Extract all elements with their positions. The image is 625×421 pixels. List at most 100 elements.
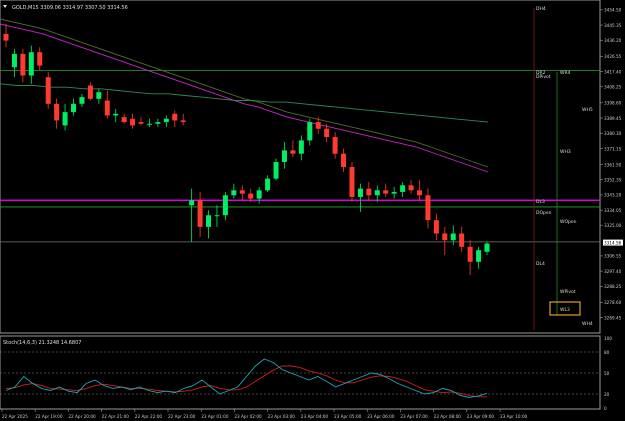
candle-body [281, 150, 287, 163]
candle-body [206, 215, 212, 227]
pivot-label-dh4: DH4 [536, 6, 546, 12]
candle-body [121, 117, 127, 123]
pivot-label-wh4: WH4 [582, 321, 593, 327]
candle-body [349, 167, 355, 197]
price-tick-label: 3426.55 [604, 54, 622, 59]
time-axis: 22 Apr 2025 22 Apr 19:00 22 Apr 20:00 22 Ap… [1, 409, 528, 419]
candle-body [357, 188, 363, 197]
time-tick-label: 22 Apr 22:00 [135, 414, 163, 419]
oscillator-title: Stoch(14,6,3) 21.3248 14.6807 [3, 340, 81, 346]
oscillator-tick-label: 50 [604, 371, 610, 376]
price-tick-label: 3288.25 [604, 284, 622, 289]
time-tick-label: 23 Apr 08:00 [434, 414, 462, 419]
candle-body [315, 122, 321, 129]
candle-body [248, 193, 254, 199]
candle-body [197, 200, 203, 227]
candle-body [265, 178, 271, 191]
time-tick-label: 23 Apr 03:00 [268, 414, 296, 419]
price-tick-label: 3408.25 [604, 85, 622, 90]
candle-body [62, 112, 68, 126]
candle-body [450, 233, 456, 241]
pivot-label-wh3: WH3 [560, 149, 571, 155]
chart-canvas[interactable]: DH4DR2DPivotWR4WH5WH3DL3DOpenWOpenDL4WPi… [0, 0, 625, 421]
candle-body [231, 190, 237, 196]
price-tick-label: 3436.20 [604, 38, 622, 43]
price-tick-label: 3269.45 [604, 315, 622, 320]
pivot-label-wopen: WOpen [560, 219, 577, 225]
candle-body [130, 118, 136, 126]
candle-body [37, 52, 43, 66]
candle-body [256, 190, 262, 199]
time-tick-label: 23 Apr 06:00 [367, 414, 395, 419]
candle-body [45, 77, 51, 104]
candle-body [189, 200, 195, 206]
pivot-label-dopen: DOpen [536, 210, 552, 216]
price-tick-label: 3389.45 [604, 116, 622, 121]
candle-body [307, 122, 313, 141]
candle-body [239, 190, 245, 194]
candle-body [155, 122, 161, 124]
price-tick-label: 3398.60 [604, 101, 622, 106]
time-tick-label: 22 Apr 21:00 [102, 414, 130, 419]
candle-body [332, 137, 338, 154]
candle-body [222, 195, 228, 216]
oscillator-frame [0, 335, 601, 410]
time-tick-label: 23 Apr 09:00 [467, 414, 495, 419]
candle-body [442, 233, 448, 241]
time-tick-label: 23 Apr 10:00 [500, 414, 528, 419]
candle-body [290, 150, 296, 154]
price-tick-label: 3343.20 [604, 193, 622, 198]
oscillator-tick-label: 100 [604, 336, 612, 341]
candle-body [146, 123, 152, 125]
price-tick-label: 3297.40 [604, 269, 622, 274]
current-price-label: 3314.56 [604, 240, 622, 245]
candle-body [71, 103, 77, 113]
time-tick-label: 22 Apr 2025 [2, 414, 28, 419]
candle-body [273, 162, 279, 179]
candle-body [459, 233, 465, 247]
candle-body [374, 190, 380, 196]
oscillator-tick-label: 80 [604, 350, 610, 355]
time-tick-label: 23 Apr 07:00 [400, 414, 428, 419]
pivot-label-dl3: DL3 [536, 199, 545, 205]
candle-body [54, 103, 60, 121]
price-tick-label: 3278.60 [604, 300, 622, 305]
price-tick-label: 3445.35 [604, 23, 622, 28]
price-tick-label: 3380.30 [604, 131, 622, 136]
candle-body [416, 190, 422, 196]
time-tick-label: 23 Apr 05:00 [334, 414, 362, 419]
pivot-label-dl4: DL4 [536, 261, 545, 267]
price-tick-label: 3361.50 [604, 162, 622, 167]
pivot-label-wh5: WH5 [582, 107, 593, 113]
time-tick-label: 22 Apr 20:00 [68, 414, 96, 419]
pivot-label-wpivot: WPivot [560, 289, 576, 295]
price-tick-label: 3454.50 [604, 8, 622, 13]
candle-body [104, 100, 110, 116]
candle-body [96, 92, 102, 99]
candle-body [180, 120, 186, 123]
price-tick-label: 3352.35 [604, 178, 622, 183]
oscillator-tick-label: 0 [604, 406, 607, 411]
candle-body [391, 191, 397, 194]
oscillator-tick-label: 20 [604, 392, 610, 397]
candle-body [11, 53, 17, 68]
candle-body [400, 185, 406, 192]
candle-body [341, 153, 347, 167]
chart-title: GOLD,M15 3309.06 3314.97 3307.50 3314.56 [12, 5, 128, 11]
candle-body [214, 215, 220, 217]
candle-body [20, 53, 26, 76]
candle-body [383, 190, 389, 194]
candle-body [138, 122, 144, 124]
time-tick-label: 23 Apr 01:00 [201, 414, 229, 419]
time-tick-label: 22 Apr 23:00 [168, 414, 196, 419]
pivot-label-wr4: WR4 [560, 70, 571, 76]
candle-body [425, 195, 431, 221]
candle-body [366, 188, 372, 196]
candle-body [79, 97, 85, 104]
candle-body [298, 140, 304, 154]
candle-body [484, 243, 490, 252]
candle-body [163, 118, 169, 123]
pivot-label-wl3: WL3 [560, 307, 570, 313]
candle-body [408, 185, 414, 191]
time-tick-label: 22 Apr 19:00 [35, 414, 63, 419]
